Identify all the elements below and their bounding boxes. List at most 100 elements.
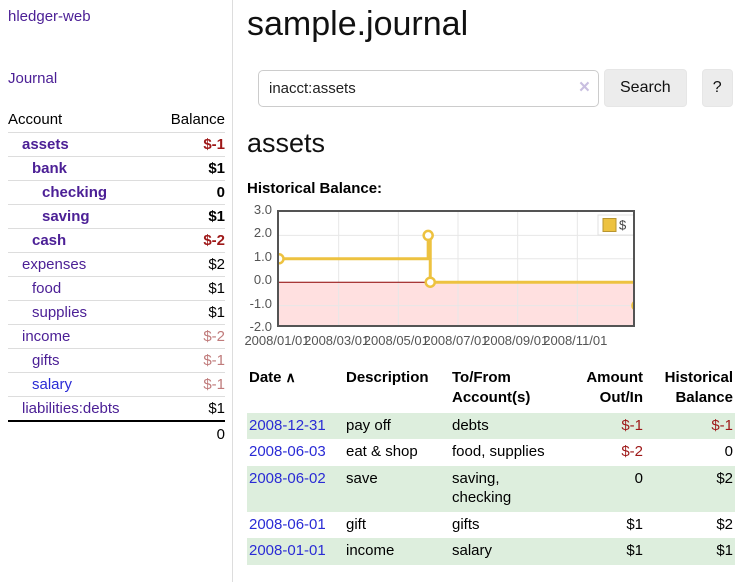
transaction-balance: $-1 [645,413,735,440]
account-balance: $-1 [154,349,225,373]
app-brand-link[interactable]: hledger-web [8,8,225,25]
account-row: supplies $1 [8,301,225,325]
account-balance: $-2 [154,325,225,349]
account-link[interactable]: supplies [32,304,87,321]
legend-swatch [603,219,616,232]
help-button[interactable]: ? [702,69,733,107]
chart-plot-area[interactable]: $ [277,210,635,327]
transaction-description: eat & shop [344,439,450,466]
transaction-description: pay off [344,413,450,440]
account-link[interactable]: bank [32,160,67,177]
transaction-amount: $-2 [568,439,645,466]
account-row: gifts $-1 [8,349,225,373]
transaction-amount: 0 [568,466,645,512]
chart-legend: $ [598,215,634,235]
account-row: saving $1 [8,205,225,229]
accounts-total-spacer [8,421,154,447]
clear-search-icon[interactable]: × [579,77,590,99]
y-tick-label: 0.0 [245,272,272,287]
y-tick-label: -2.0 [245,319,272,334]
account-balance: $-2 [154,229,225,253]
column-header-balance: Historical Balance [645,366,735,413]
sidebar-item-journal[interactable]: Journal [8,70,225,87]
accounts-table: Account Balance assets $-1 bank $1 check… [8,108,225,447]
transaction-accounts: salary [450,538,568,565]
account-balance: $1 [154,397,225,422]
search-form: × Search ? [247,69,742,107]
transaction-accounts: gifts [450,512,568,539]
search-input[interactable] [258,70,599,107]
transaction-date-link[interactable]: 2008-06-01 [249,516,326,533]
transaction-date-link[interactable]: 2008-06-03 [249,443,326,460]
account-link[interactable]: saving [42,208,90,225]
legend-label: $ [619,218,627,233]
transaction-balance: $1 [645,538,735,565]
account-link[interactable]: salary [32,376,72,393]
account-link[interactable]: gifts [32,352,60,369]
transaction-amount: $1 [568,512,645,539]
accounts-total-value: 0 [154,421,225,447]
account-row: checking 0 [8,181,225,205]
accounts-table-body: assets $-1 bank $1 checking 0 saving $1 … [8,133,225,422]
chart-svg: $ [277,210,635,327]
transaction-date-link[interactable]: 2008-01-01 [249,542,326,559]
account-row: income $-2 [8,325,225,349]
transaction-amount: $1 [568,538,645,565]
transaction-row: 2008-12-31 pay off debts $-1 $-1 [247,413,735,440]
account-row: liabilities:debts $1 [8,397,225,422]
y-tick-label: -1.0 [245,296,272,311]
account-balance: $1 [154,301,225,325]
transaction-accounts: debts [450,413,568,440]
chart-title: Historical Balance: [247,180,742,197]
account-link[interactable]: checking [42,184,107,201]
account-link[interactable]: assets [22,136,69,153]
data-point-marker[interactable] [424,231,433,240]
account-link[interactable]: income [22,328,70,345]
transaction-date-link[interactable]: 2008-06-02 [249,470,326,487]
transaction-description: gift [344,512,450,539]
account-row: assets $-1 [8,133,225,157]
account-balance: $-1 [154,373,225,397]
column-header-accounts: To/From Account(s) [450,366,568,413]
x-tick-label: 2008/11/01 [540,333,610,348]
transactions-table: Date∧ Description To/From Account(s) Amo… [247,366,735,565]
account-link[interactable]: cash [32,232,66,249]
transaction-accounts: saving, checking [450,466,568,512]
accounts-header-balance: Balance [154,108,225,133]
account-row: food $1 [8,277,225,301]
y-tick-label: 2.0 [245,225,272,240]
transaction-description: income [344,538,450,565]
transaction-row: 2008-01-01 income salary $1 $1 [247,538,735,565]
account-link[interactable]: expenses [22,256,86,273]
accounts-header-account: Account [8,108,154,133]
sidebar: hledger-web Journal Account Balance asse… [0,0,233,582]
transaction-description: save [344,466,450,512]
y-tick-label: 1.0 [245,249,272,264]
transaction-balance: 0 [645,439,735,466]
transaction-balance: $2 [645,512,735,539]
account-row: bank $1 [8,157,225,181]
column-header-date[interactable]: Date∧ [247,366,344,413]
y-tick-label: 3.0 [245,202,272,217]
date-header-label: Date [249,369,282,386]
search-button[interactable]: Search [604,69,687,107]
transaction-row: 2008-06-03 eat & shop food, supplies $-2… [247,439,735,466]
account-balance: 0 [154,181,225,205]
transaction-amount: $-1 [568,413,645,440]
data-point-marker[interactable] [426,278,435,287]
transaction-accounts: food, supplies [450,439,568,466]
account-link[interactable]: liabilities:debts [22,400,120,417]
transaction-row: 2008-06-01 gift gifts $1 $2 [247,512,735,539]
column-header-amount: Amount Out/In [568,366,645,413]
sort-ascending-icon: ∧ [286,369,296,385]
account-balance: $1 [154,157,225,181]
transaction-date-link[interactable]: 2008-12-31 [249,417,326,434]
account-balance: $-1 [154,133,225,157]
account-balance: $2 [154,253,225,277]
transaction-balance: $2 [645,466,735,512]
account-link[interactable]: food [32,280,61,297]
data-point-marker[interactable] [277,254,284,263]
account-row: expenses $2 [8,253,225,277]
data-point-marker[interactable] [633,301,636,310]
account-row: cash $-2 [8,229,225,253]
